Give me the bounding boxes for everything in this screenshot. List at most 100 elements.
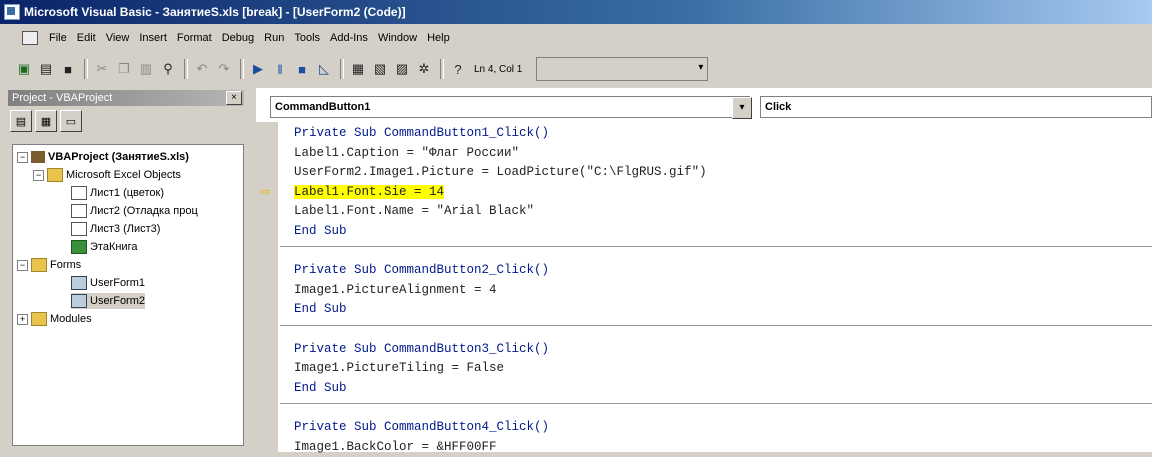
vbaproject-icon <box>31 151 45 163</box>
worksheet-icon <box>71 204 87 218</box>
view-object-button[interactable]: ▦ <box>35 110 57 132</box>
undo-icon[interactable]: ↶ <box>192 59 212 79</box>
userform-icon <box>71 294 87 308</box>
code-line[interactable]: Label1.Font.Name = "Arial Black" <box>280 202 1152 222</box>
code-line[interactable]: Private Sub CommandButton2_Click() <box>280 261 1152 281</box>
project-toolbar: ▤ ▦ ▭ <box>10 110 82 132</box>
cursor-position: Ln 4, Col 1 <box>474 64 522 75</box>
menu-view[interactable]: View <box>101 32 135 44</box>
tree-node-userform1[interactable]: UserForm1 <box>71 275 145 291</box>
tree-label: UserForm1 <box>90 277 145 289</box>
standard-toolbar: ▣ ▤ ■ ✂ ❐ ▥ ⚲ ↶ ↷ ▶ ‖ ■ ◺ ▦ ▧ ▨ ✲ ? Ln 4… <box>0 54 1152 84</box>
view-code-button[interactable]: ▤ <box>10 110 32 132</box>
tree-label: Лист2 (Отладка проц <box>90 205 198 217</box>
menu-tools[interactable]: Tools <box>289 32 325 44</box>
code-line[interactable]: Image1.BackColor = &HFF00FF <box>280 438 1152 457</box>
expand-icon[interactable]: + <box>17 314 28 325</box>
project-title-text: Project - VBAProject <box>12 92 112 104</box>
menu-run[interactable]: Run <box>259 32 289 44</box>
procedure-combo-value: Click <box>765 101 791 113</box>
code-line[interactable]: End Sub <box>280 222 1152 242</box>
breakpoint-margin[interactable]: ⇨ <box>256 122 278 452</box>
tree-node-root[interactable]: − VBAProject (ЗанятиеS.xls) <box>17 149 189 165</box>
toggle-folders-button[interactable]: ▭ <box>60 110 82 132</box>
tree-node-modules[interactable]: + Modules <box>17 311 92 327</box>
cut-icon[interactable]: ✂ <box>92 59 112 79</box>
paste-icon[interactable]: ▥ <box>136 59 156 79</box>
procedure-combo[interactable]: Click <box>760 96 1152 118</box>
menu-edit[interactable]: Edit <box>72 32 101 44</box>
code-line[interactable]: UserForm2.Image1.Picture = LoadPicture("… <box>280 163 1152 183</box>
tree-label: Modules <box>50 313 92 325</box>
design-mode-icon[interactable]: ◺ <box>314 59 334 79</box>
window-title: Microsoft Visual Basic - ЗанятиеS.xls [b… <box>24 5 406 19</box>
tree-node-workbook[interactable]: ЭтаКнига <box>71 239 137 255</box>
code-window: CommandButton1 ▾ Click ⇨ Private Sub Com… <box>256 88 1152 452</box>
tree-label: Microsoft Excel Objects <box>66 169 181 181</box>
object-combo-value: CommandButton1 <box>275 101 370 113</box>
code-line[interactable]: Image1.PictureAlignment = 4 <box>280 281 1152 301</box>
menu-bar: File Edit View Insert Format Debug Run T… <box>0 26 1152 50</box>
help-icon[interactable]: ? <box>448 59 468 79</box>
tree-node-userform2[interactable]: UserForm2 <box>71 293 145 309</box>
tree-node-sheet2[interactable]: Лист2 (Отладка проц <box>71 203 198 219</box>
menu-format[interactable]: Format <box>172 32 217 44</box>
properties-window-icon[interactable]: ▧ <box>370 59 390 79</box>
menu-file[interactable]: File <box>44 32 72 44</box>
code-line-current[interactable]: Label1.Font.Sie = 14 <box>280 183 1152 203</box>
title-bar: Microsoft Visual Basic - ЗанятиеS.xls [b… <box>0 0 1152 24</box>
tree-root-label: VBAProject (ЗанятиеS.xls) <box>48 151 189 163</box>
collapse-icon[interactable]: − <box>33 170 44 181</box>
procedure-separator <box>280 325 1152 326</box>
menu-help[interactable]: Help <box>422 32 455 44</box>
menu-window[interactable]: Window <box>373 32 422 44</box>
code-line[interactable]: Private Sub CommandButton3_Click() <box>280 340 1152 360</box>
code-line[interactable]: Image1.PictureTiling = False <box>280 359 1152 379</box>
menu-debug[interactable]: Debug <box>217 32 259 44</box>
reset-icon[interactable]: ■ <box>292 59 312 79</box>
toolbox-icon[interactable]: ✲ <box>414 59 434 79</box>
menu-insert[interactable]: Insert <box>134 32 172 44</box>
redo-icon[interactable]: ↷ <box>214 59 234 79</box>
collapse-icon[interactable]: − <box>17 152 28 163</box>
folder-open-icon <box>47 168 63 182</box>
tree-label: ЭтаКнига <box>90 241 137 253</box>
view-excel-icon[interactable]: ▣ <box>14 59 34 79</box>
procedure-separator <box>280 403 1152 404</box>
window-control-icon[interactable] <box>22 31 38 45</box>
tree-node-sheet1[interactable]: Лист1 (цветок) <box>71 185 164 201</box>
project-explorer-title: Project - VBAProject × <box>8 90 244 106</box>
object-browser-icon[interactable]: ▨ <box>392 59 412 79</box>
project-close-button[interactable]: × <box>226 91 242 105</box>
tree-label: Лист1 (цветок) <box>90 187 164 199</box>
object-combo[interactable]: CommandButton1 <box>270 96 750 118</box>
workbook-icon <box>71 240 87 254</box>
break-icon[interactable]: ‖ <box>270 59 290 79</box>
insert-userform-icon[interactable]: ▤ <box>36 59 56 79</box>
run-icon[interactable]: ▶ <box>248 59 268 79</box>
project-explorer: Project - VBAProject × ▤ ▦ ▭ − VBAProjec… <box>0 88 250 452</box>
tree-label: Лист3 (Лист3) <box>90 223 160 235</box>
project-explorer-icon[interactable]: ▦ <box>348 59 368 79</box>
copy-icon[interactable]: ❐ <box>114 59 134 79</box>
code-line[interactable]: Private Sub CommandButton4_Click() <box>280 418 1152 438</box>
code-line[interactable]: Private Sub CommandButton1_Click() <box>280 124 1152 144</box>
code-line[interactable]: End Sub <box>280 300 1152 320</box>
save-icon[interactable]: ■ <box>58 59 78 79</box>
procedure-separator <box>280 246 1152 247</box>
tree-node-sheet3[interactable]: Лист3 (Лист3) <box>71 221 160 237</box>
userform-icon <box>71 276 87 290</box>
code-line[interactable]: Label1.Caption = "Флаг России" <box>280 144 1152 164</box>
current-statement-highlight: Label1.Font.Sie = 14 <box>294 185 444 199</box>
find-icon[interactable]: ⚲ <box>158 59 178 79</box>
code-editor[interactable]: Private Sub CommandButton1_Click() Label… <box>280 124 1152 452</box>
menu-add-ins[interactable]: Add-Ins <box>325 32 373 44</box>
object-combo-arrow-icon[interactable]: ▾ <box>732 97 752 119</box>
code-line[interactable]: End Sub <box>280 379 1152 399</box>
tree-node-forms[interactable]: − Forms <box>17 257 81 273</box>
tree-label: Forms <box>50 259 81 271</box>
collapse-icon[interactable]: − <box>17 260 28 271</box>
folder-closed-icon <box>31 312 47 326</box>
tree-node-excel-objects[interactable]: − Microsoft Excel Objects <box>33 167 181 183</box>
toolbar-options-dropdown[interactable] <box>536 57 708 81</box>
